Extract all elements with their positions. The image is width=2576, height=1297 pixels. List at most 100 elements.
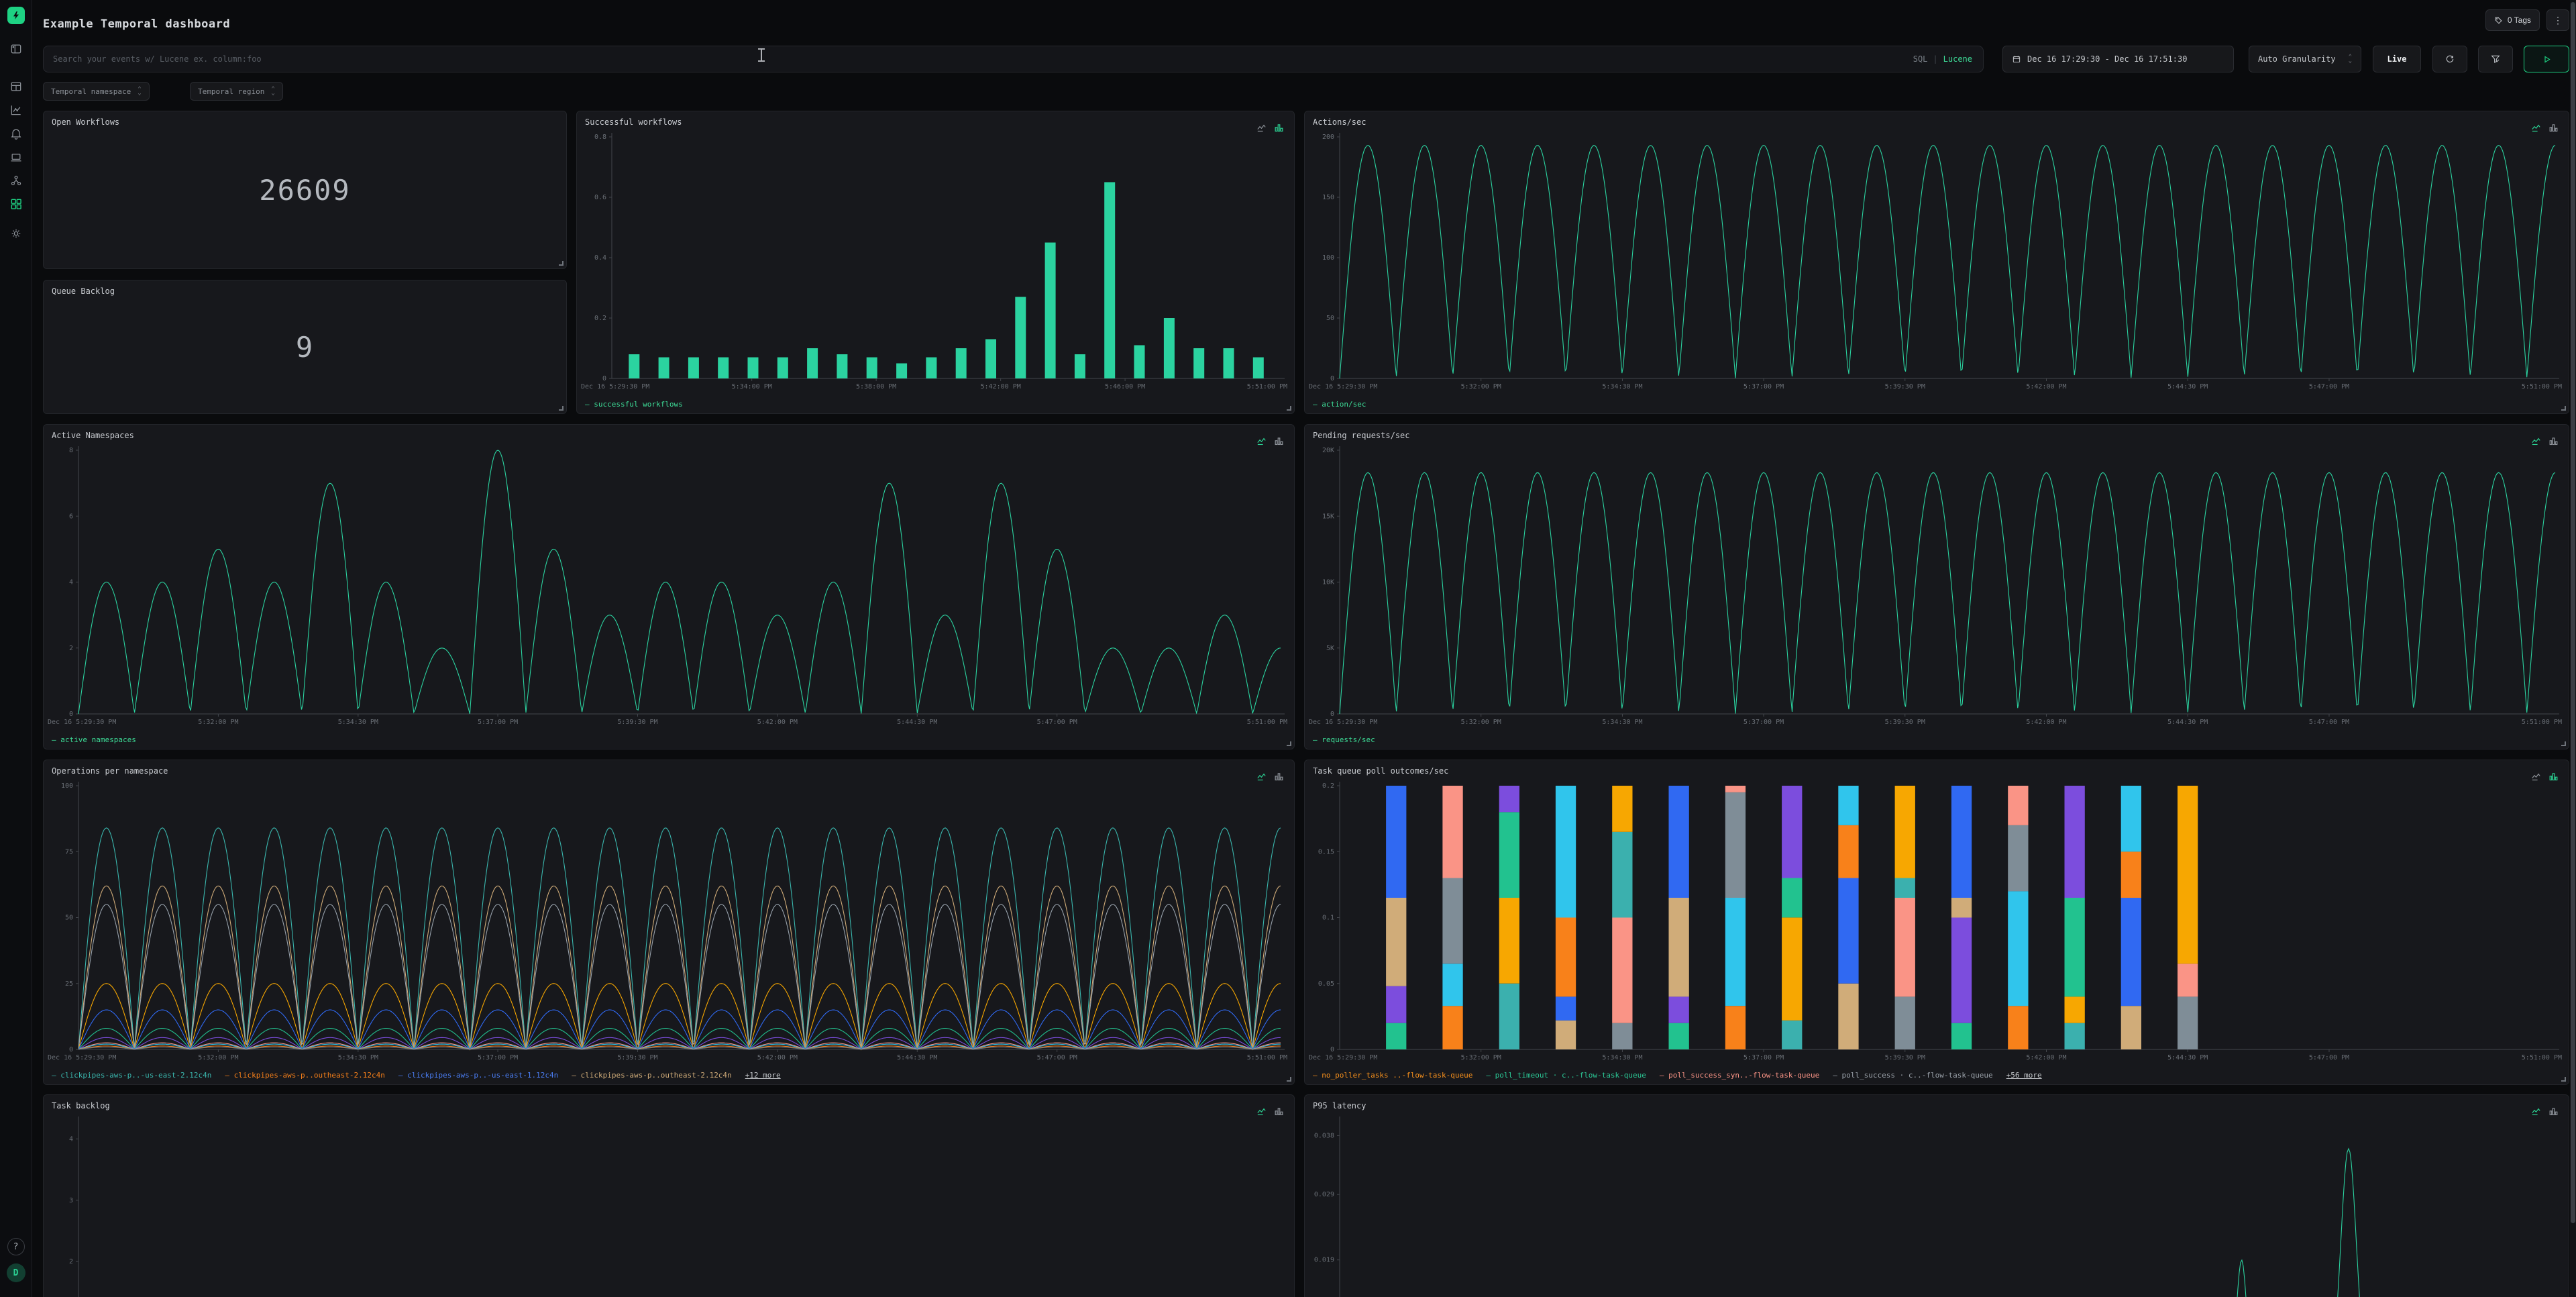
panel-active-namespaces: Active Namespaces 02468Dec 16 5:29:30 PM…: [43, 424, 1295, 749]
line-chart-toggle[interactable]: [1256, 122, 1267, 134]
mode-sql[interactable]: SQL: [1913, 54, 1928, 64]
monitors-bell-icon[interactable]: [9, 126, 23, 141]
select-chevrons-icon: ⌃⌄: [271, 87, 274, 95]
help-button[interactable]: ?: [7, 1238, 25, 1255]
dashboards-icon[interactable]: [9, 197, 23, 211]
flows-icon[interactable]: [9, 173, 23, 188]
kebab-menu-button[interactable]: ⋮: [2546, 9, 2569, 31]
legend-item[interactable]: — no_poller_tasks ..-flow-task-queue: [1313, 1071, 1472, 1080]
scrollbar-thumb[interactable]: [2571, 2, 2575, 1223]
line-chart-toggle[interactable]: [2530, 122, 2542, 134]
legend-item[interactable]: — clickpipes-aws-p..-us-east-1.12c4n: [398, 1071, 558, 1080]
successful-workflows-chart[interactable]: 00.20.40.60.8Dec 16 5:29:30 PM5:34:00 PM…: [580, 129, 1289, 393]
resize-handle[interactable]: [2561, 406, 2566, 411]
run-query-button[interactable]: [2524, 46, 2569, 72]
svg-text:5:39:30 PM: 5:39:30 PM: [1885, 383, 1925, 391]
svg-text:5:42:00 PM: 5:42:00 PM: [2026, 719, 2066, 726]
legend-item[interactable]: — successful workflows: [585, 400, 683, 409]
svg-text:Dec 16 5:29:30 PM: Dec 16 5:29:30 PM: [48, 719, 116, 726]
refresh-button[interactable]: [2432, 46, 2467, 72]
pending-requests-chart[interactable]: 05K10K15K20KDec 16 5:29:30 PM5:32:00 PM5…: [1307, 442, 2563, 729]
sidebar-toggle-icon[interactable]: [9, 42, 23, 56]
resize-handle[interactable]: [1287, 1077, 1291, 1082]
line-chart-toggle[interactable]: [1256, 1106, 1267, 1117]
line-chart-toggle[interactable]: [1256, 435, 1267, 447]
user-avatar[interactable]: D: [7, 1263, 25, 1282]
stream-icon[interactable]: [9, 150, 23, 164]
svg-text:Dec 16 5:29:30 PM: Dec 16 5:29:30 PM: [581, 383, 649, 391]
svg-text:5:37:00 PM: 5:37:00 PM: [1743, 1054, 1784, 1061]
line-chart-toggle[interactable]: [1256, 771, 1267, 782]
panel-title: Task backlog: [52, 1101, 110, 1110]
calendar-icon: [2012, 54, 2021, 64]
resize-handle[interactable]: [1287, 406, 1291, 411]
resize-handle[interactable]: [2561, 1077, 2566, 1082]
svg-text:5:51:00 PM: 5:51:00 PM: [1247, 383, 1287, 391]
axiom-logo-icon[interactable]: [7, 7, 25, 24]
svg-text:5K: 5K: [1326, 645, 1334, 652]
svg-text:5:38:00 PM: 5:38:00 PM: [856, 383, 896, 391]
legend-item[interactable]: — poll_success · c..-flow-task-queue: [1833, 1071, 1992, 1080]
legend-item[interactable]: — poll_success_syn..-flow-task-queue: [1660, 1071, 1819, 1080]
legend-item[interactable]: — clickpipes-aws-p..outheast-2.12c4n: [225, 1071, 384, 1080]
date-range-value: Dec 16 17:29:30 - Dec 16 17:51:30: [2027, 54, 2187, 64]
legend-item[interactable]: — poll_timeout · c..-flow-task-queue: [1486, 1071, 1646, 1080]
filter-temporal-region[interactable]: Temporal region ⌃⌄: [190, 82, 283, 101]
resize-handle[interactable]: [1287, 741, 1291, 746]
svg-text:5:42:00 PM: 5:42:00 PM: [2026, 383, 2066, 391]
chart-legend: — action/sec: [1313, 400, 1366, 409]
active-namespaces-chart[interactable]: 02468Dec 16 5:29:30 PM5:32:00 PM5:34:30 …: [46, 442, 1289, 729]
line-chart-toggle[interactable]: [2530, 1106, 2542, 1117]
p95-latency-chart[interactable]: 0.0380.0290.019: [1307, 1112, 2563, 1297]
svg-text:5:34:00 PM: 5:34:00 PM: [732, 383, 772, 391]
bar-chart-toggle[interactable]: [2548, 771, 2559, 782]
svg-text:5:32:00 PM: 5:32:00 PM: [198, 719, 238, 726]
tags-button[interactable]: 0 Tags: [2485, 9, 2540, 31]
legend-item[interactable]: — clickpipes-aws-p..outheast-2.12c4n: [572, 1071, 731, 1080]
svg-text:6: 6: [69, 513, 73, 520]
bar-chart-toggle[interactable]: [2548, 1106, 2559, 1117]
refresh-icon: [2445, 54, 2455, 64]
granularity-select[interactable]: Auto Granularity ⌃⌄: [2249, 46, 2361, 72]
svg-text:5:34:30 PM: 5:34:30 PM: [1602, 383, 1642, 391]
settings-gear-icon[interactable]: [9, 226, 23, 241]
task-backlog-chart[interactable]: 432: [46, 1112, 1289, 1297]
date-range-picker[interactable]: Dec 16 17:29:30 - Dec 16 17:51:30: [2002, 46, 2234, 72]
stat-value: 26609: [44, 111, 566, 268]
panel-title: Actions/sec: [1313, 117, 1366, 127]
bar-chart-toggle[interactable]: [1273, 435, 1285, 447]
bar-chart-toggle[interactable]: [2548, 122, 2559, 134]
mode-lucene[interactable]: Lucene: [1943, 54, 1972, 64]
query-icon[interactable]: [9, 103, 23, 117]
legend-more-link[interactable]: +12 more: [745, 1071, 781, 1080]
resize-handle[interactable]: [559, 261, 564, 266]
bar-chart-toggle[interactable]: [1273, 122, 1285, 134]
filter-temporal-namespace[interactable]: Temporal namespace ⌃⌄: [43, 82, 150, 101]
operations-per-namespace-chart[interactable]: 0255075100Dec 16 5:29:30 PM5:32:00 PM5:3…: [46, 778, 1289, 1064]
legend-item[interactable]: — clickpipes-aws-p..-us-east-2.12c4n: [52, 1071, 211, 1080]
svg-text:5:34:30 PM: 5:34:30 PM: [338, 719, 378, 726]
legend-item[interactable]: — requests/sec: [1313, 735, 1375, 744]
svg-text:5:51:00 PM: 5:51:00 PM: [1247, 1054, 1287, 1061]
actions-per-sec-chart[interactable]: 050100150200Dec 16 5:29:30 PM5:32:00 PM5…: [1307, 129, 2563, 393]
bar-chart-toggle[interactable]: [2548, 435, 2559, 447]
live-button[interactable]: Live: [2373, 46, 2421, 72]
text-cursor: [757, 48, 766, 62]
search-input[interactable]: [44, 54, 1902, 64]
task-queue-poll-outcomes-chart[interactable]: 00.050.10.150.2Dec 16 5:29:30 PM5:32:00 …: [1307, 778, 2563, 1064]
edit-filters-button[interactable]: [2478, 46, 2513, 72]
svg-text:50: 50: [1326, 315, 1334, 322]
query-mode-toggle[interactable]: SQL | Lucene: [1902, 54, 1983, 64]
resize-handle[interactable]: [559, 406, 564, 411]
resize-handle[interactable]: [2561, 741, 2566, 746]
line-chart-toggle[interactable]: [2530, 771, 2542, 782]
panel-title: Active Namespaces: [52, 431, 134, 440]
bar-chart-toggle[interactable]: [1273, 1106, 1285, 1117]
svg-text:20K: 20K: [1322, 447, 1334, 454]
bar-chart-toggle[interactable]: [1273, 771, 1285, 782]
legend-item[interactable]: — action/sec: [1313, 400, 1366, 409]
datasets-icon[interactable]: [9, 79, 23, 94]
legend-more-link[interactable]: +56 more: [2006, 1071, 2042, 1080]
legend-item[interactable]: — active namespaces: [52, 735, 136, 744]
line-chart-toggle[interactable]: [2530, 435, 2542, 447]
